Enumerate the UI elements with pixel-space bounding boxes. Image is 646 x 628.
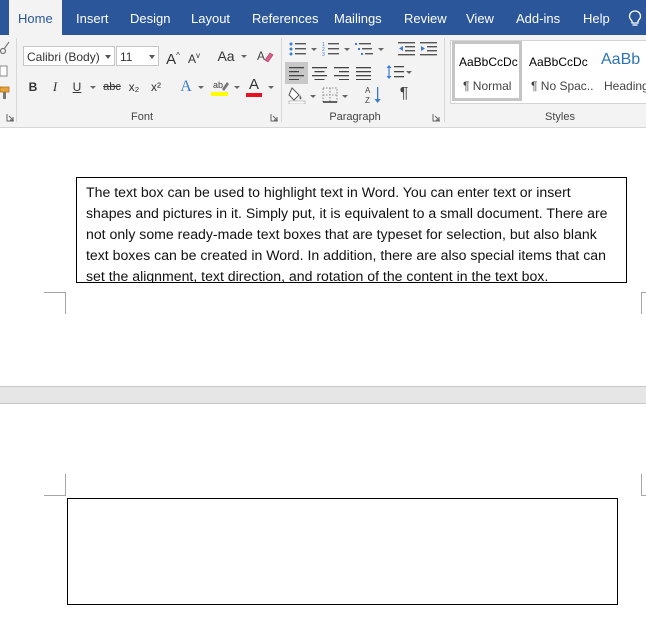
margin-corner-mark	[641, 474, 646, 496]
numbering-icon[interactable]: 1 2 3	[322, 41, 340, 57]
tab-help[interactable]: Help	[583, 0, 610, 35]
style-name: Heading	[604, 79, 646, 93]
text-box[interactable]: The text box can be used to highlight te…	[76, 177, 627, 283]
tab-design[interactable]: Design	[130, 0, 170, 35]
group-separator	[281, 38, 282, 122]
subscript-button[interactable]: x₂	[126, 77, 142, 97]
grow-font-button[interactable]: A^	[164, 46, 182, 68]
text-box-content[interactable]: The text box can be used to highlight te…	[77, 178, 626, 282]
styles-group-label: Styles	[545, 111, 575, 123]
style-sample: AaBbCcDc	[529, 55, 588, 69]
font-color-button[interactable]: A	[246, 75, 262, 95]
line-spacing-icon[interactable]	[386, 64, 404, 80]
tab-home[interactable]: Home	[9, 0, 62, 36]
lightbulb-icon[interactable]	[628, 10, 642, 28]
chevron-down-icon[interactable]	[234, 86, 240, 89]
svg-text:Z: Z	[365, 96, 370, 105]
format-painter-icon[interactable]	[0, 86, 12, 100]
tab-insert[interactable]: Insert	[76, 0, 109, 35]
page-break-gap	[0, 386, 646, 404]
chevron-down-icon[interactable]	[406, 71, 412, 74]
tab-view[interactable]: View	[466, 0, 494, 35]
svg-text:A: A	[257, 49, 265, 63]
strikethrough-button[interactable]: abc	[101, 77, 123, 97]
chevron-down-icon[interactable]	[198, 86, 204, 89]
document-canvas[interactable]: The text box can be used to highlight te…	[0, 128, 646, 628]
style-sample: AaBbCcDc	[459, 55, 518, 69]
shading-icon[interactable]	[288, 86, 306, 104]
font-dialog-launcher-icon[interactable]	[270, 113, 279, 122]
tab-add-ins[interactable]: Add-ins	[516, 0, 560, 35]
font-color-swatch	[246, 93, 262, 97]
chevron-down-icon[interactable]	[268, 86, 274, 89]
bold-button[interactable]: B	[26, 77, 40, 97]
font-color-label: A	[248, 76, 259, 93]
justify-icon[interactable]	[356, 66, 371, 80]
chevron-down-icon	[149, 55, 155, 59]
align-center-icon[interactable]	[312, 66, 327, 80]
sort-icon[interactable]: A Z	[365, 85, 383, 105]
svg-text:A: A	[365, 86, 371, 95]
shrink-font-label: A	[187, 52, 196, 66]
chevron-down-icon[interactable]	[378, 48, 384, 51]
multilevel-list-icon[interactable]	[355, 41, 375, 57]
font-group-label: Font	[130, 111, 153, 123]
underline-button[interactable]: U	[70, 77, 84, 97]
chevron-down-icon[interactable]	[344, 48, 350, 51]
clipboard-dialog-launcher-icon[interactable]	[6, 113, 15, 122]
chevron-down-icon[interactable]	[310, 95, 316, 98]
svg-text:3: 3	[322, 52, 325, 57]
change-case-label: Aa	[217, 48, 235, 64]
bullets-icon[interactable]	[289, 41, 307, 57]
style-normal[interactable]: AaBbCcDc ¶ Normal	[452, 41, 522, 101]
superscript-button[interactable]: x²	[148, 77, 164, 97]
style-heading[interactable]: AaBb Heading	[597, 41, 646, 101]
show-formatting-marks-button[interactable]: ¶	[397, 84, 411, 104]
change-case-button[interactable]: Aa	[213, 46, 239, 66]
increase-indent-icon[interactable]	[420, 41, 438, 57]
empty-text-box[interactable]	[67, 498, 618, 605]
text-effects-button[interactable]: A	[178, 77, 194, 97]
ribbon: Calibri (Body) 11 A^ Av Aa A B I U abc x…	[0, 35, 646, 128]
margin-corner-mark	[641, 292, 646, 314]
margin-corner-mark	[44, 474, 66, 496]
style-no-spacing[interactable]: AaBbCcDc ¶ No Spac...	[524, 41, 594, 101]
chevron-down-icon[interactable]	[342, 95, 348, 98]
margin-corner-mark	[44, 292, 66, 314]
chevron-down-icon	[105, 55, 111, 59]
tab-mailings[interactable]: Mailings	[334, 0, 382, 35]
borders-icon[interactable]	[322, 87, 338, 103]
text-highlight-color-icon[interactable]: ab	[210, 79, 230, 97]
paragraph-dialog-launcher-icon[interactable]	[432, 113, 441, 122]
styles-gallery: AaBbCcDc ¶ Normal AaBbCcDc ¶ No Spac... …	[450, 40, 646, 104]
font-name-value: Calibri (Body)	[27, 50, 100, 64]
align-left-button[interactable]	[285, 62, 308, 84]
align-left-icon	[289, 67, 304, 80]
decrease-indent-icon[interactable]	[398, 41, 416, 57]
cut-icon[interactable]	[0, 41, 10, 55]
shrink-font-button[interactable]: Av	[185, 46, 203, 66]
align-right-icon[interactable]	[334, 66, 349, 80]
svg-text:ab: ab	[213, 80, 223, 90]
tab-references[interactable]: References	[252, 0, 318, 35]
group-separator	[444, 38, 445, 122]
font-size-value: 11	[120, 50, 133, 64]
chevron-down-icon[interactable]	[90, 86, 96, 89]
font-name-combo[interactable]: Calibri (Body)	[23, 46, 115, 66]
tab-layout[interactable]: Layout	[191, 0, 230, 35]
chevron-down-icon[interactable]	[241, 55, 247, 58]
style-name: ¶ Normal	[463, 79, 512, 93]
paragraph-group-label: Paragraph	[329, 111, 381, 123]
style-sample: AaBb	[601, 51, 641, 68]
italic-button[interactable]: I	[48, 77, 62, 97]
tab-review[interactable]: Review	[404, 0, 447, 35]
group-separator	[16, 38, 17, 122]
copy-icon[interactable]	[0, 64, 10, 78]
font-size-combo[interactable]: 11	[116, 46, 159, 66]
clear-formatting-icon[interactable]: A	[256, 47, 274, 65]
grow-font-label: A	[166, 51, 177, 68]
style-name: ¶ No Spac...	[531, 79, 594, 93]
chevron-down-icon[interactable]	[311, 48, 317, 51]
ribbon-tab-bar: Home Insert Design Layout References Mai…	[0, 0, 646, 36]
